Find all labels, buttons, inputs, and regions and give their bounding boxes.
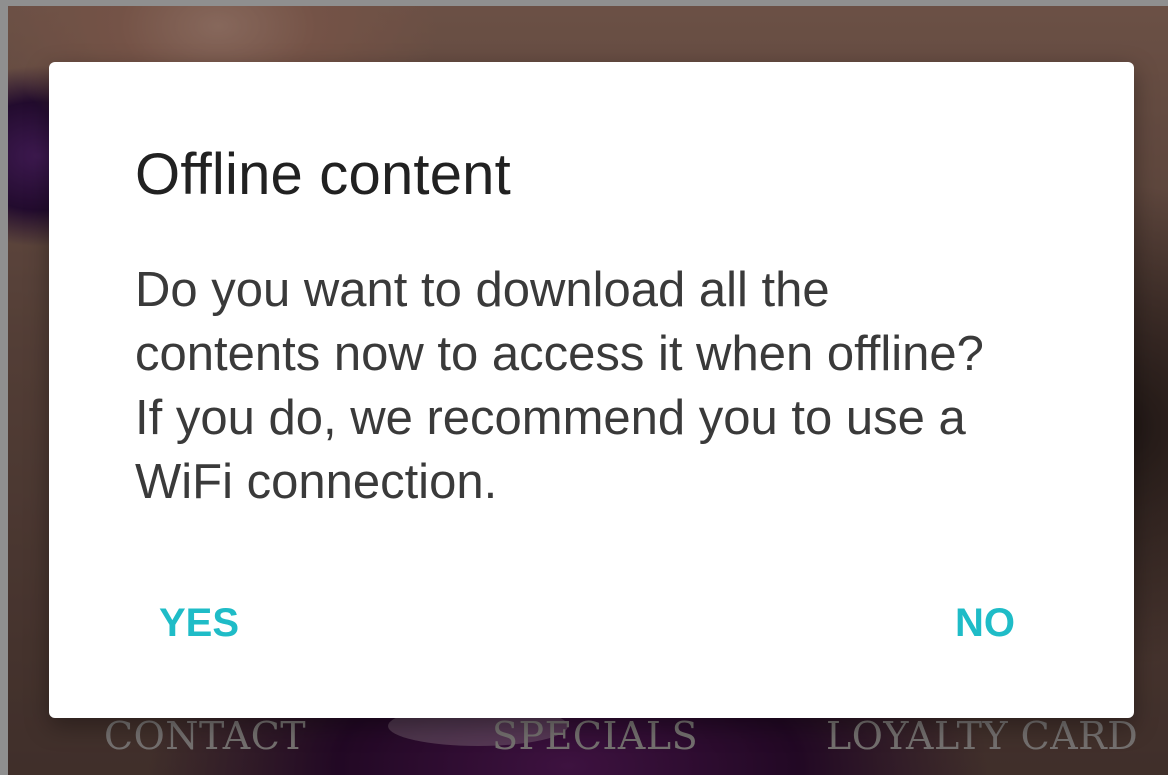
dialog-message: Do you want to download all the contents…	[135, 263, 984, 509]
app-screen: CONTACT SPECIALS LOYALTY CARD Offline co…	[0, 0, 1168, 775]
yes-button[interactable]: YES	[135, 587, 263, 659]
dialog-title: Offline content	[135, 142, 511, 207]
no-button[interactable]: NO	[931, 587, 1039, 659]
offline-content-dialog: Offline content Do you want to download …	[49, 62, 1134, 718]
